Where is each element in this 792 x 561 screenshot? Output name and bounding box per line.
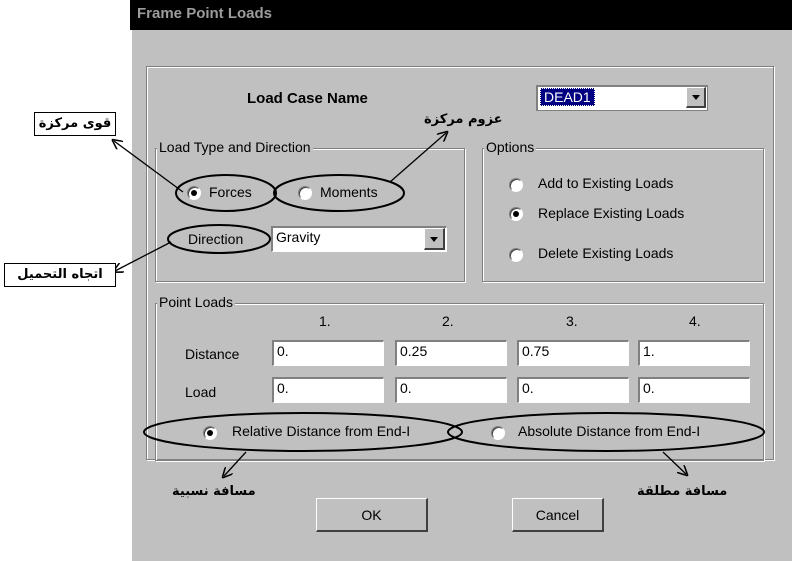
moments-annotation: عزوم مركزة — [424, 112, 503, 127]
forces-highlight-ellipse — [175, 174, 277, 212]
relative-arrow — [224, 451, 247, 476]
relative-highlight-ellipse — [143, 412, 463, 452]
absolute-highlight-ellipse — [447, 412, 765, 452]
direction-highlight-ellipse — [167, 224, 271, 254]
forces-annotation: قوى مركزة — [34, 112, 116, 136]
moments-arrow — [389, 133, 446, 183]
absolute-annotation: مسافة مطلقة — [637, 484, 728, 499]
relative-annotation: مسافة نسبية — [172, 484, 256, 499]
absolute-arrow — [662, 451, 686, 474]
annotation-overlay — [0, 0, 765, 561]
moments-highlight-ellipse — [273, 174, 405, 212]
direction-arrow — [115, 241, 172, 271]
forces-arrow — [114, 141, 184, 193]
direction-annotation: اتجاه التحميل — [4, 263, 116, 287]
